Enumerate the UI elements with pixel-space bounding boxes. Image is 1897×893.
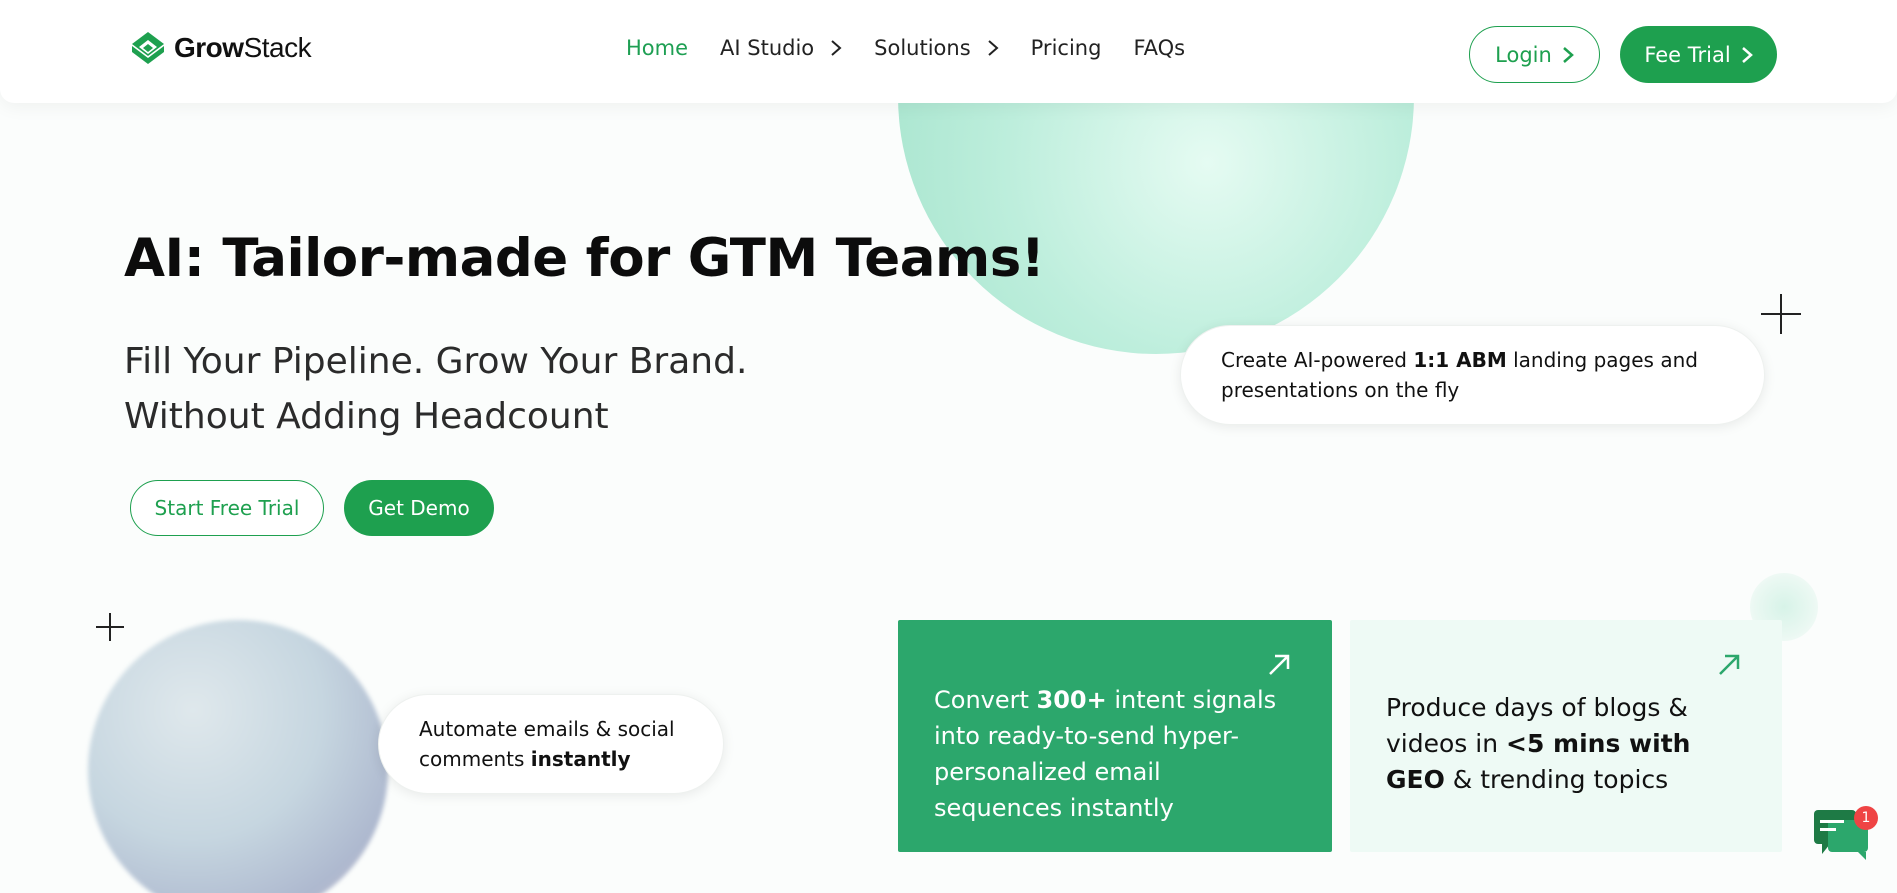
feature-card-intent[interactable]: Convert 300+ intent signals into ready-t… [898, 620, 1332, 852]
chevron-right-icon [831, 40, 842, 56]
login-button[interactable]: Login [1469, 26, 1600, 83]
decorative-blob-top [898, 60, 1414, 354]
hero-title: AI: Tailor-made for GTM Teams! [124, 228, 1045, 289]
arrow-up-right-icon [1719, 654, 1740, 675]
nav-faqs[interactable]: FAQs [1133, 36, 1185, 60]
arrow-up-right-icon [1269, 654, 1290, 675]
free-trial-button[interactable]: Fee Trial [1620, 26, 1777, 83]
feature-pill-email: Automate emails & social comments instan… [378, 694, 724, 794]
site-header: GrowStack Home AI Studio Solutions Prici… [0, 0, 1897, 103]
get-demo-button[interactable]: Get Demo [344, 480, 494, 536]
chevron-right-icon [987, 40, 999, 56]
hero-subtitle: Fill Your Pipeline. Grow Your Brand. Wit… [124, 334, 747, 444]
brand-name: GrowStack [174, 32, 312, 63]
brand-logo[interactable]: GrowStack [130, 30, 312, 66]
chat-notification-badge: 1 [1854, 806, 1878, 830]
hero-subtitle-line2: Without Adding Headcount [124, 396, 609, 437]
main-nav: Home AI Studio Solutions Pricing FAQs [626, 36, 1217, 60]
nav-ai-studio[interactable]: AI Studio [720, 36, 842, 60]
feature-pill-abm: Create AI-powered 1:1 ABM landing pages … [1180, 325, 1765, 425]
logo-mark-icon [132, 32, 164, 64]
plus-icon [1761, 294, 1801, 334]
chevron-right-icon [1741, 46, 1753, 63]
nav-home[interactable]: Home [626, 36, 688, 60]
start-free-trial-button[interactable]: Start Free Trial [130, 480, 324, 536]
feature-card-intent-text: Convert 300+ intent signals into ready-t… [934, 686, 1277, 822]
chevron-right-icon [1563, 46, 1574, 63]
decorative-sphere [88, 620, 388, 893]
nav-solutions[interactable]: Solutions [874, 36, 999, 60]
feature-card-blogs-text: Produce days of blogs & videos in <5 min… [1386, 693, 1691, 794]
hero-subtitle-line1: Fill Your Pipeline. Grow Your Brand. [124, 341, 748, 382]
plus-icon [96, 613, 124, 641]
nav-pricing[interactable]: Pricing [1031, 36, 1102, 60]
feature-card-blogs[interactable]: Produce days of blogs & videos in <5 min… [1350, 620, 1782, 852]
